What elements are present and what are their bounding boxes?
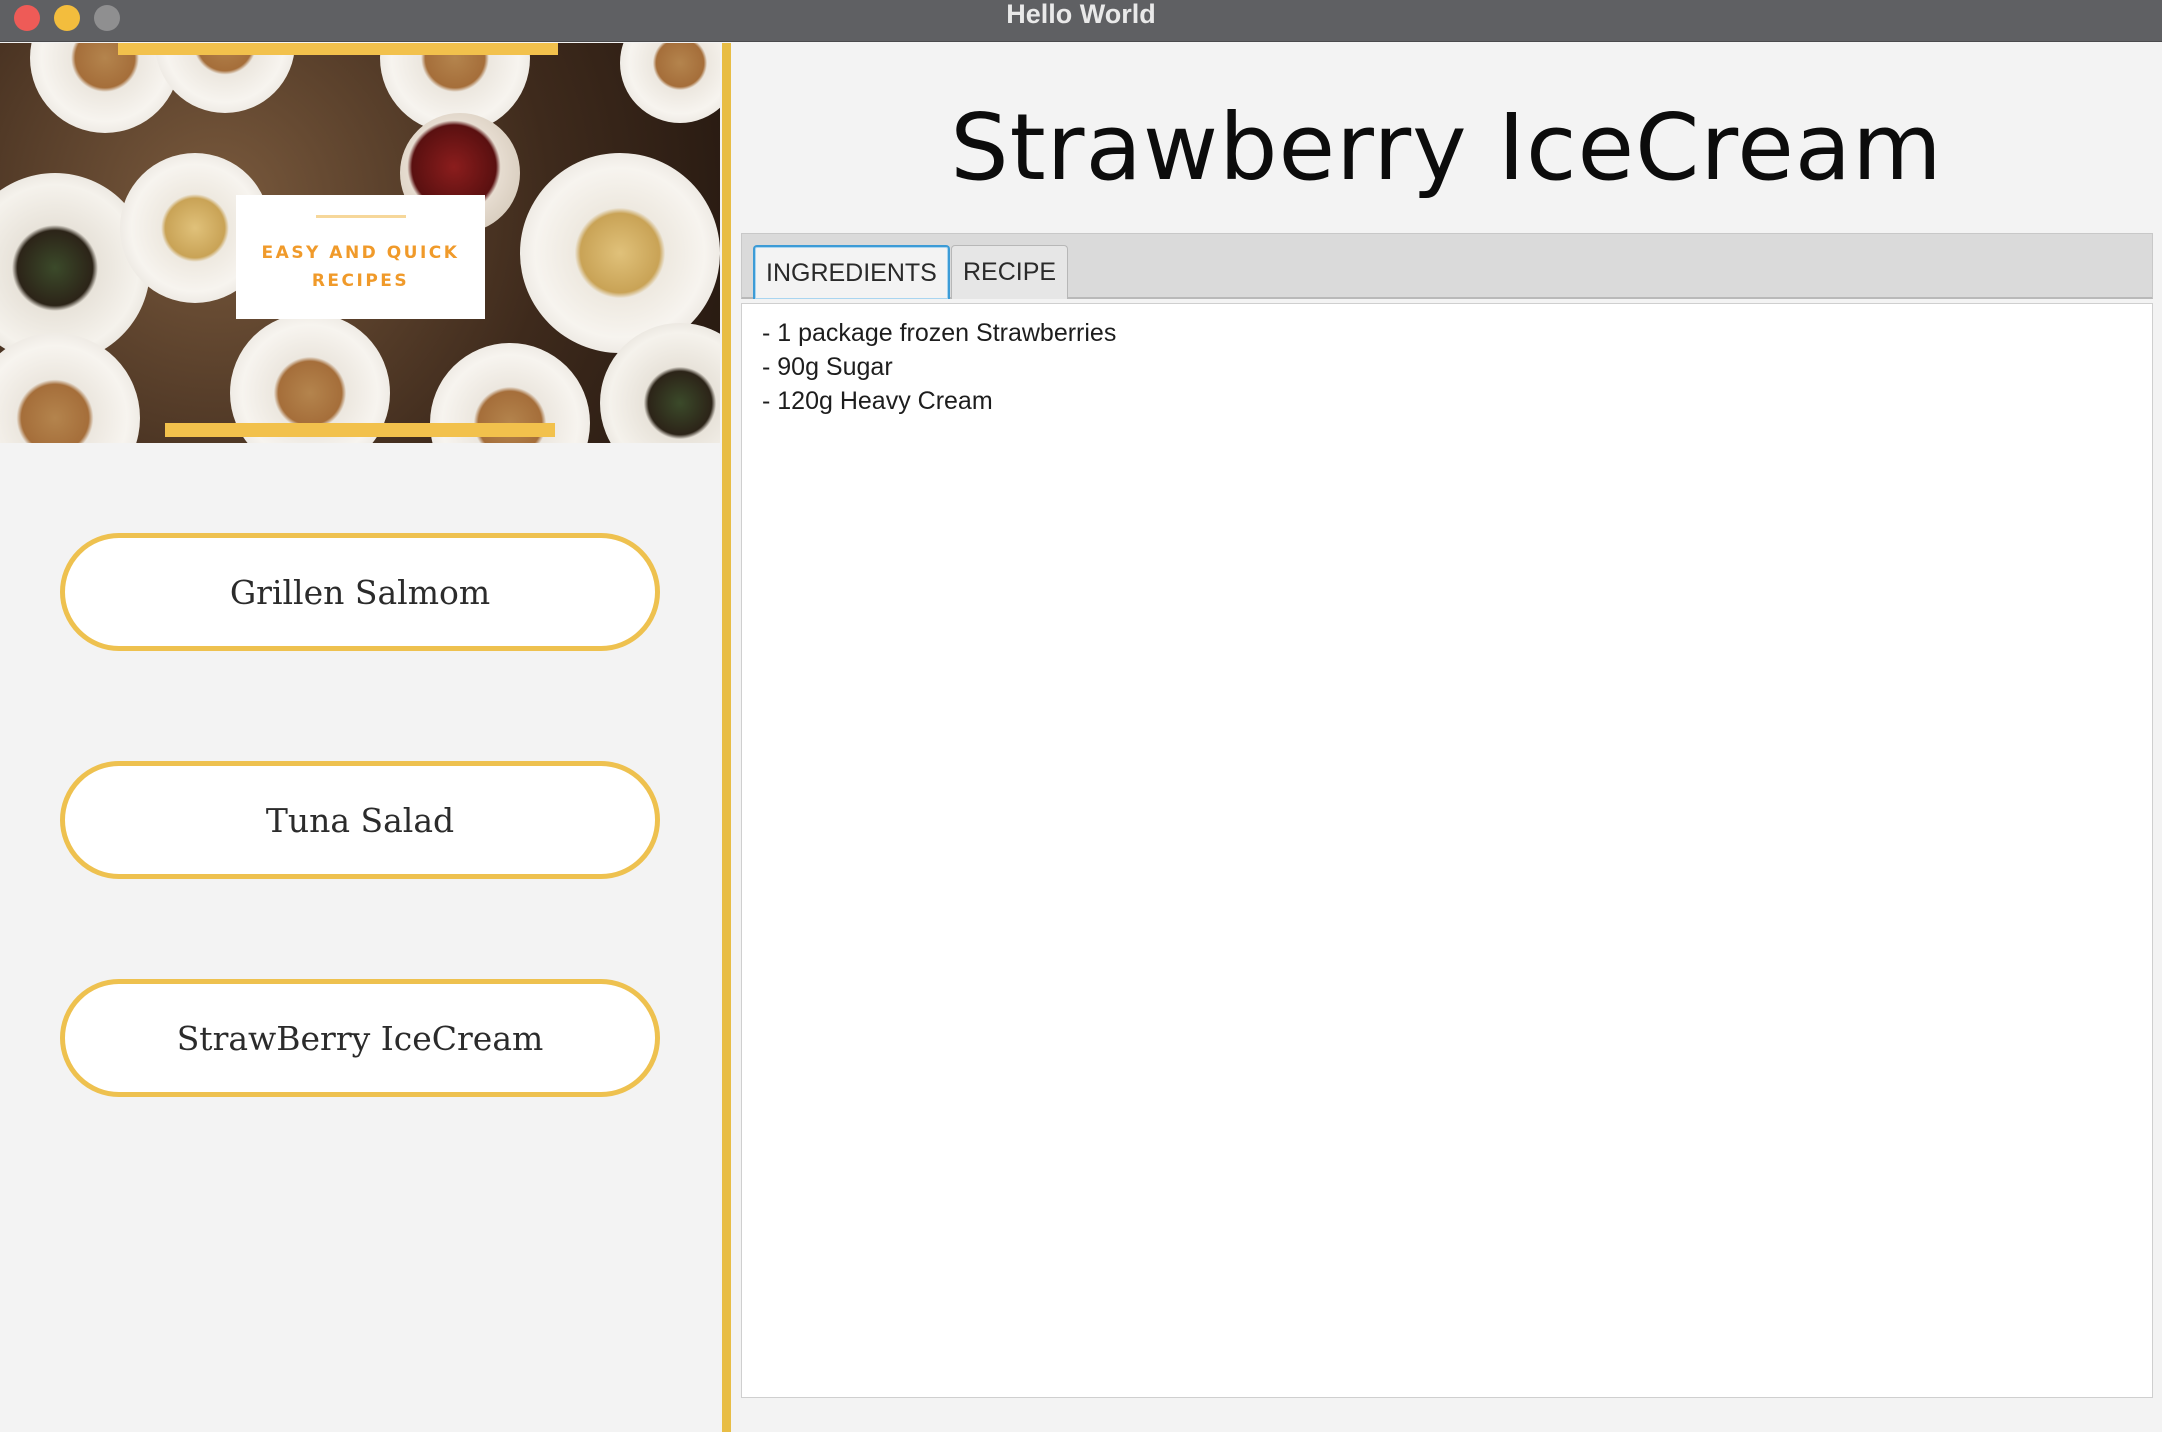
tab-ingredients[interactable]: INGREDIENTS: [753, 245, 950, 299]
banner-text: EASY AND QUICK RECIPES: [246, 239, 475, 295]
ingredient-line: - 120g Heavy Cream: [762, 387, 993, 415]
ingredients-text-area[interactable]: - 1 package frozen Strawberries - 90g Su…: [741, 303, 2153, 1398]
recipe-detail-panel: Strawberry IceCream INGREDIENTS RECIPE -…: [731, 43, 2162, 1432]
app-window: Hello World EASY AND QUICK RECIPES Grill…: [0, 0, 2162, 1432]
banner-rule: [316, 215, 406, 218]
tab-header: INGREDIENTS RECIPE: [741, 233, 2153, 299]
window-title: Hello World: [1006, 0, 1156, 29]
strawberry-icecream-button[interactable]: StrawBerry IceCream: [60, 979, 660, 1097]
panel-divider: [722, 43, 731, 1432]
grillen-salmom-button[interactable]: Grillen Salmom: [60, 533, 660, 651]
banner-card: EASY AND QUICK RECIPES: [236, 195, 485, 319]
tab-recipe[interactable]: RECIPE: [951, 245, 1069, 299]
ingredient-line: - 90g Sugar: [762, 353, 893, 381]
tuna-salad-button[interactable]: Tuna Salad: [60, 761, 660, 879]
banner-line-2: RECIPES: [311, 271, 410, 291]
recipe-title: Strawberry IceCream: [950, 94, 1943, 201]
recipe-tab-pane: INGREDIENTS RECIPE - 1 package frozen St…: [741, 233, 2153, 1398]
banner-line-1: EASY AND QUICK: [261, 243, 460, 263]
ingredient-line: - 1 package frozen Strawberries: [762, 319, 1117, 347]
recipe-sidebar: EASY AND QUICK RECIPES Grillen Salmom Tu…: [0, 43, 722, 1432]
banner-image: EASY AND QUICK RECIPES: [0, 43, 720, 443]
title-bar[interactable]: Hello World: [0, 0, 2162, 42]
